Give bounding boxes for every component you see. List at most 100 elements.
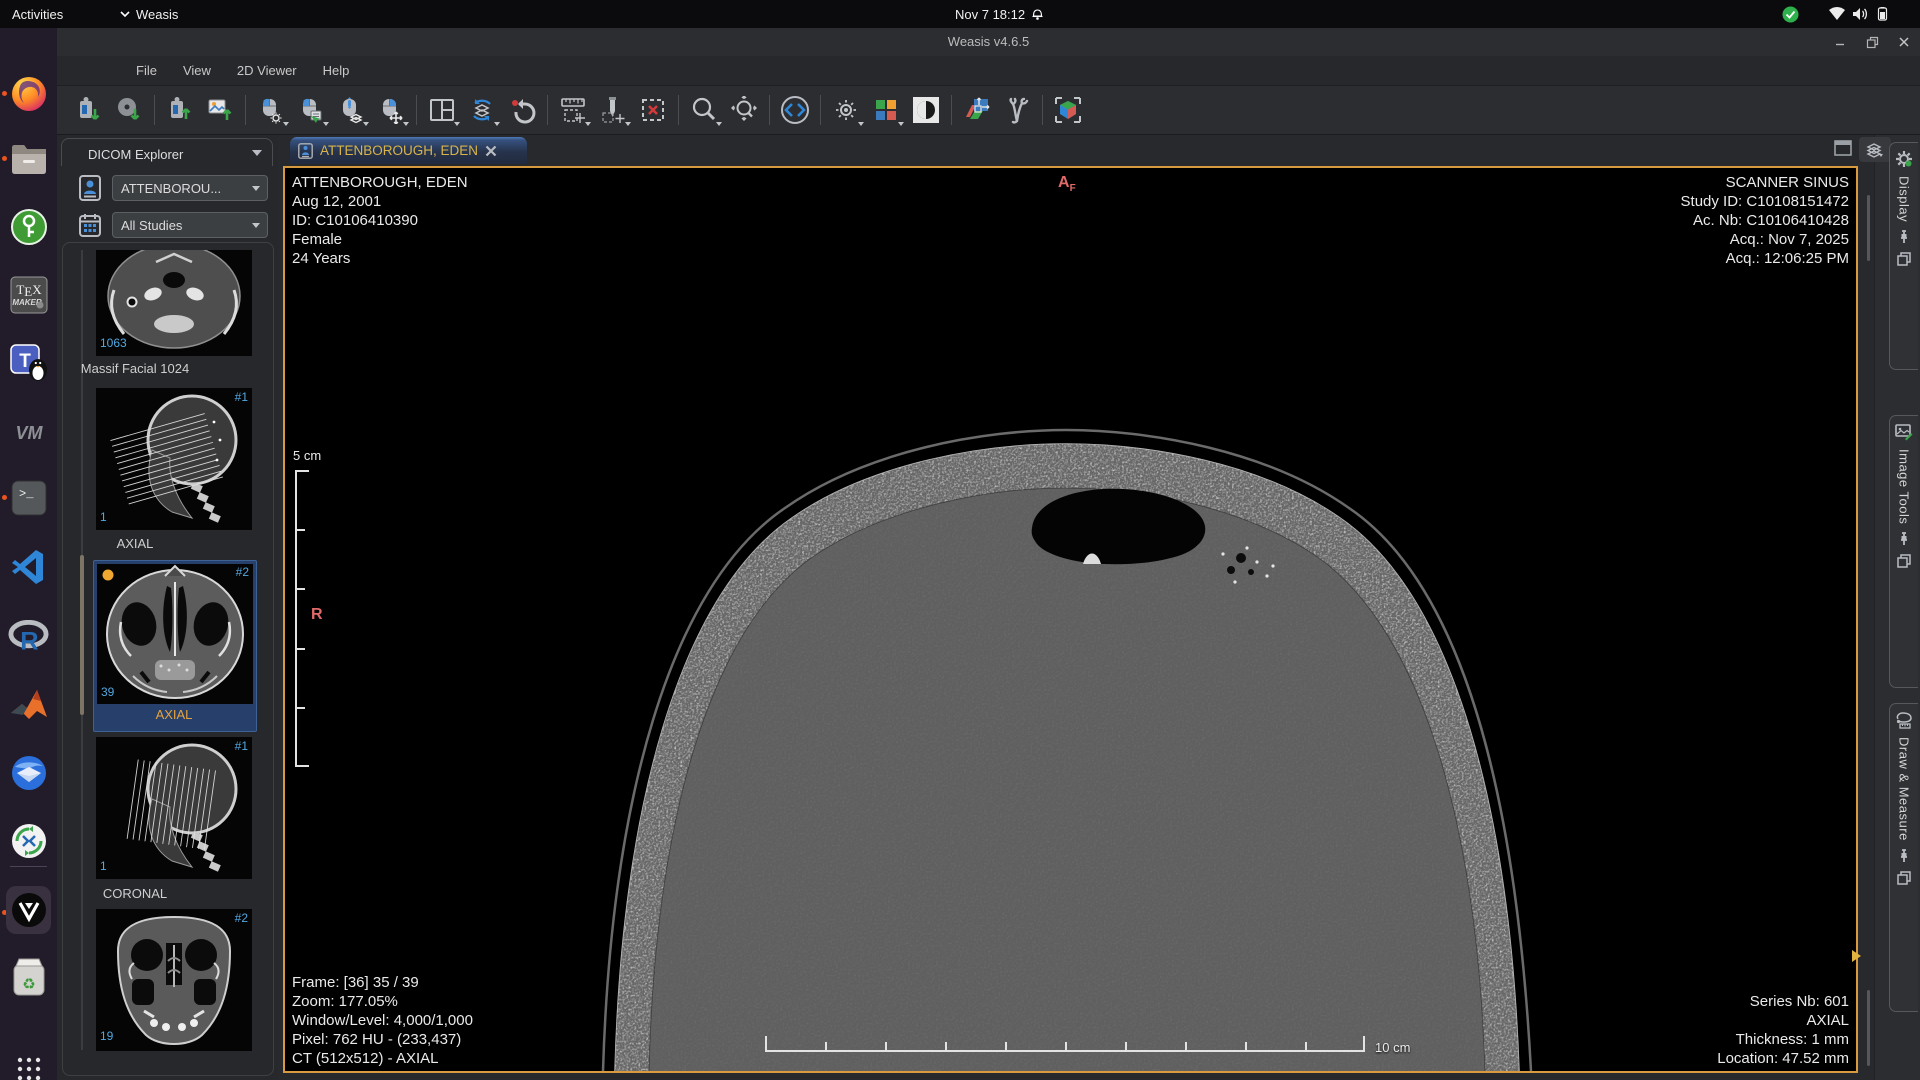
terminal-icon: >_	[11, 480, 47, 516]
scroll-indicator[interactable]	[1867, 195, 1870, 261]
synch-button[interactable]	[462, 90, 502, 130]
export-image-button[interactable]	[200, 90, 240, 130]
dock: TEXMAKER T VM >_ R ♻	[0, 28, 57, 1080]
tab-draw-measure[interactable]: Draw & Measure	[1889, 703, 1918, 1012]
import-dicom-button[interactable]	[69, 90, 109, 130]
zoom-button[interactable]	[684, 90, 724, 130]
menu-help[interactable]: Help	[310, 56, 363, 86]
overlay-options-button[interactable]	[1859, 137, 1891, 162]
battery-icon	[1875, 7, 1890, 21]
dock-item-app-grid[interactable]	[8, 1048, 49, 1080]
pin-icon[interactable]	[1897, 532, 1911, 546]
tab-close-icon[interactable]	[485, 145, 497, 157]
import-cd-button[interactable]	[109, 90, 149, 130]
float-window-icon[interactable]	[1897, 252, 1911, 266]
study-overlay: SCANNER SINUS Study ID: C10108151472 Ac.…	[1681, 173, 1849, 268]
series-number-badge: #1	[235, 390, 248, 404]
series-thumbnail[interactable]: #1 1	[96, 388, 252, 530]
float-window-icon[interactable]	[1897, 871, 1911, 885]
invert-lut-button[interactable]	[906, 90, 946, 130]
app-menu[interactable]: Weasis	[120, 0, 178, 28]
app-menu-label: Weasis	[136, 7, 178, 22]
minimize-button[interactable]	[1833, 35, 1847, 49]
series-thumbnail-selected[interactable]: #2 39 AXIAL	[93, 560, 257, 732]
delete-measurements-button[interactable]	[633, 90, 673, 130]
layers-icon	[1866, 142, 1884, 158]
dock-item-vmware[interactable]: VM	[8, 412, 49, 453]
mpr-button[interactable]	[957, 90, 997, 130]
scroll-indicator[interactable]	[1867, 990, 1870, 1066]
menu-view[interactable]: View	[170, 56, 224, 86]
dock-item-thunderbird[interactable]	[8, 752, 49, 793]
ct-coronal-sinus-thumb	[96, 909, 252, 1051]
series-thumbnail[interactable]: 1063	[96, 250, 252, 356]
pin-icon[interactable]	[1897, 849, 1911, 863]
dock-item-r[interactable]: R	[8, 616, 49, 657]
bone-tool-icon	[1003, 96, 1031, 124]
scrollbar-thumb[interactable]	[80, 555, 84, 715]
measurement-tools-button[interactable]	[553, 90, 593, 130]
dock-item-passwords[interactable]	[8, 206, 49, 247]
magnify-pan-icon	[730, 96, 758, 124]
tray-verified[interactable]	[1782, 0, 1799, 28]
measurement-tools-icon	[559, 96, 587, 124]
float-window-icon[interactable]	[1897, 554, 1911, 568]
magnify-button[interactable]	[724, 90, 764, 130]
menu-2d-viewer[interactable]: 2D Viewer	[224, 56, 310, 86]
explorer-header[interactable]: DICOM Explorer	[61, 138, 273, 166]
running-indicator	[2, 495, 7, 500]
dock-item-remote-app[interactable]	[8, 820, 49, 861]
window-titlebar[interactable]: Weasis v4.6.5	[57, 28, 1920, 57]
patient-select[interactable]: ATTENBOROU...	[112, 175, 268, 201]
dock-item-firefox[interactable]	[8, 73, 49, 114]
clock-menu[interactable]: Nov 7 18:12	[955, 0, 1044, 28]
restore-pane-button[interactable]	[1834, 140, 1852, 156]
tab-display[interactable]: Display	[1889, 142, 1918, 370]
export-dicom-button[interactable]	[160, 90, 200, 130]
default-view-button[interactable]	[775, 90, 815, 130]
series-thumbnail[interactable]: #1 1	[96, 737, 252, 879]
toolbar-separator	[951, 95, 952, 125]
patient-tab[interactable]: ATTENBOROUGH, EDEN	[290, 137, 527, 164]
pan-mouse-button[interactable]	[371, 90, 411, 130]
tray-status[interactable]	[1828, 0, 1890, 28]
transform-button[interactable]	[997, 90, 1037, 130]
window-level-presets-button[interactable]	[826, 90, 866, 130]
dock-item-matlab[interactable]	[8, 684, 49, 725]
dock-item-texmaker[interactable]: TEXMAKER	[8, 274, 49, 315]
dicom-explorer-panel: DICOM Explorer ATTENBOROU... All Studies	[57, 135, 278, 1080]
lut-button[interactable]	[866, 90, 906, 130]
winlevel-mouse-button[interactable]	[251, 90, 291, 130]
horizontal-scale-label: 10 cm	[1375, 1040, 1410, 1055]
close-button[interactable]	[1897, 35, 1911, 49]
toolbar-separator	[769, 95, 770, 125]
activities-button[interactable]: Activities	[12, 0, 63, 28]
right-sidebar: Display Image Tools Draw & Measure	[1874, 135, 1920, 1080]
menu-file[interactable]: File	[123, 56, 170, 86]
expand-panel-arrow[interactable]	[1852, 950, 1861, 962]
pin-icon[interactable]	[1897, 230, 1911, 244]
dock-item-vscode[interactable]	[8, 546, 49, 587]
series-scroll-mouse-button[interactable]	[331, 90, 371, 130]
context-menu-mouse-button[interactable]	[291, 90, 331, 130]
reset-button[interactable]	[502, 90, 542, 130]
layout-button[interactable]	[422, 90, 462, 130]
image-view-pane[interactable]: ATTENBOROUGH, EDEN Aug 12, 2001 ID: C101…	[283, 166, 1858, 1073]
clock-label: Nov 7 18:12	[955, 7, 1025, 22]
toolbar-separator	[1042, 95, 1043, 125]
reset-icon	[508, 96, 536, 124]
draw-tools-button[interactable]	[593, 90, 633, 130]
dropdown-caret	[403, 122, 409, 126]
dock-item-files[interactable]	[8, 138, 49, 179]
instance-badge: 1	[100, 859, 107, 873]
dock-item-trash[interactable]: ♻	[8, 956, 49, 997]
dock-item-terminal[interactable]: >_	[8, 477, 49, 518]
studies-select[interactable]: All Studies	[112, 212, 268, 238]
wifi-icon	[1828, 7, 1846, 21]
3d-volume-button[interactable]	[1048, 90, 1088, 130]
minimize-icon	[1834, 36, 1846, 48]
tab-image-tools[interactable]: Image Tools	[1889, 415, 1918, 688]
series-thumbnail[interactable]: #2 19	[96, 909, 252, 1051]
ct-image[interactable]	[285, 168, 1856, 1071]
restore-button[interactable]	[1865, 35, 1879, 49]
